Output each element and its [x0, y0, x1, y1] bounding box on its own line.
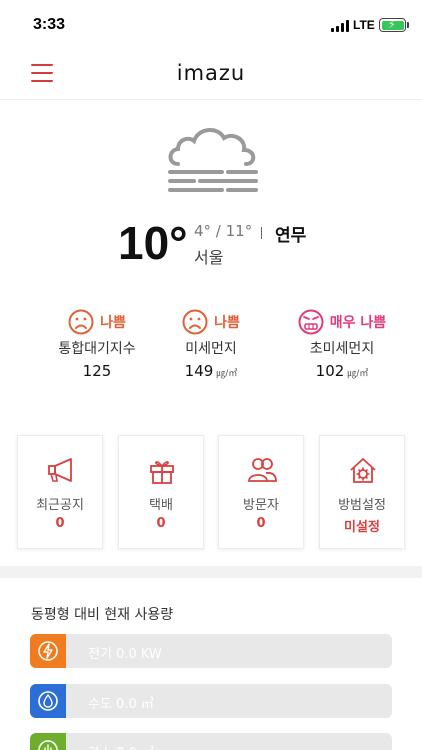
signal-icon: [331, 20, 349, 32]
card-label: 방범설정: [338, 498, 386, 513]
status-bar: 3:33 LTE ⚡: [0, 0, 422, 48]
megaphone-icon: [48, 458, 72, 482]
usage-gas[interactable]: 가스 0.0 ㎥: [30, 733, 392, 750]
card-value: 0: [256, 516, 266, 531]
status-label: 나쁨: [214, 315, 240, 331]
usage-electricity[interactable]: 전기 0.0 KW: [30, 634, 392, 668]
app-logo: imazu: [176, 61, 246, 85]
usage-text: 가스 0.0 ㎥: [88, 742, 154, 750]
card-notice[interactable]: 최근공지 0: [17, 435, 103, 549]
lightning-icon: [30, 634, 66, 668]
aq-unit: ㎍/㎥: [347, 369, 369, 379]
weather-condition: 연무: [275, 226, 307, 246]
gift-box-icon: [150, 461, 174, 484]
divider: [261, 227, 262, 239]
card-value: 0: [156, 516, 166, 531]
app-header: imazu: [0, 48, 422, 100]
status-label: 나쁨: [100, 315, 126, 331]
home-gear-icon: [350, 458, 376, 483]
card-value: 0: [55, 516, 65, 531]
air-quality-pm10: 나쁨 미세먼지 149 ㎍/㎥: [141, 308, 281, 380]
aq-value: 102 ㎍/㎥: [315, 362, 369, 380]
current-temperature: 10°: [118, 217, 188, 269]
status-label: 매우 나쁨: [329, 315, 387, 331]
aq-name: 미세먼지: [185, 341, 237, 357]
aq-name: 초미세먼지: [309, 341, 375, 357]
card-label: 방문자: [243, 498, 279, 513]
temperature-range: 4° / 11°: [194, 222, 253, 240]
card-parcel[interactable]: 택배 0: [118, 435, 204, 549]
sad-face-icon: [182, 309, 208, 335]
card-label: 택배: [149, 498, 173, 513]
battery-tip: [407, 22, 409, 28]
battery-icon: ⚡: [379, 18, 406, 32]
network-label: LTE: [353, 18, 375, 32]
flame-icon: [30, 733, 66, 750]
angry-face-icon: [298, 309, 324, 335]
fog-cloud-icon: [168, 128, 258, 192]
visitors-icon: [248, 458, 277, 482]
card-visitor[interactable]: 방문자 0: [218, 435, 304, 549]
sad-face-icon: [68, 309, 94, 335]
air-quality-pm25: 매우 나쁨 초미세먼지 102 ㎍/㎥: [272, 308, 412, 380]
water-drop-icon: [30, 684, 66, 718]
aq-unit: ㎍/㎥: [216, 369, 238, 379]
usage-text: 전기 0.0 KW: [88, 647, 162, 662]
usage-text: 수도 0.0 ㎥: [88, 697, 154, 712]
card-label: 최근공지: [36, 498, 84, 513]
usage-title: 동평형 대비 현재 사용량: [31, 607, 174, 623]
section-divider: [0, 566, 422, 578]
status-time: 3:33: [33, 16, 66, 33]
city-name: 서울: [194, 248, 224, 267]
card-value: 미설정: [344, 520, 380, 535]
usage-water[interactable]: 수도 0.0 ㎥: [30, 684, 392, 718]
aq-value: 149 ㎍/㎥: [184, 362, 238, 380]
card-security[interactable]: 방범설정 미설정: [319, 435, 405, 549]
